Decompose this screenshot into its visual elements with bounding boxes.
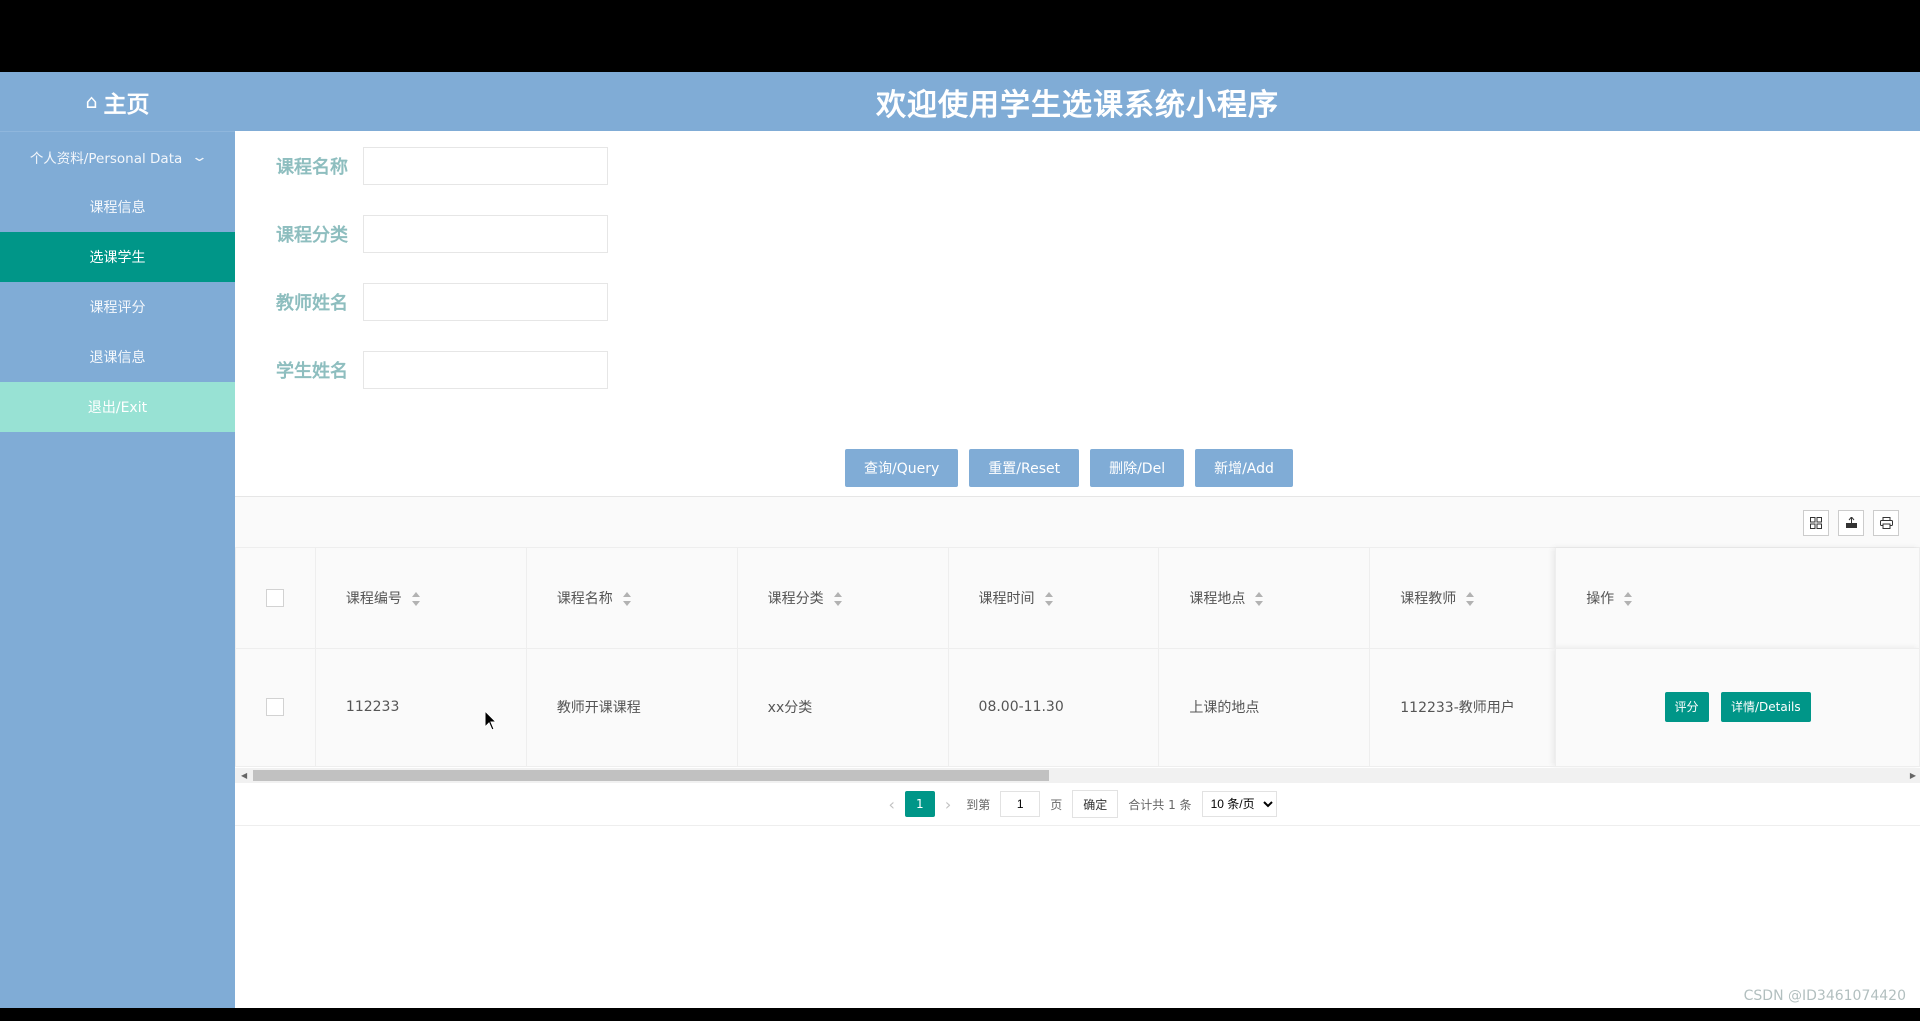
scroll-left-icon[interactable]: ◀ — [241, 771, 247, 780]
sort-icon[interactable] — [1466, 591, 1475, 606]
table-toolbar — [235, 497, 1920, 548]
top-header: ⌂ 主页 欢迎使用学生选课系统小程序 — [0, 72, 1920, 131]
col-label: 课程地点 — [1189, 590, 1246, 607]
sidebar-item-withdraw-info[interactable]: 退课信息 — [0, 332, 235, 382]
page-unit-label: 页 — [1050, 797, 1063, 812]
home-label: 主页 — [103, 91, 150, 118]
export-icon[interactable] — [1838, 510, 1864, 536]
chevron-down-icon: ⌄ — [191, 149, 209, 165]
cell-time: 08.00-11.30 — [947, 648, 1160, 767]
scroll-right-icon[interactable]: ▶ — [1910, 771, 1916, 780]
app-window: ⌂ 主页 欢迎使用学生选课系统小程序 个人资料/Personal Data ⌄ … — [0, 72, 1920, 1008]
sidebar-item-course-rating[interactable]: 课程评分 — [0, 282, 235, 332]
col-header-category[interactable]: 课程分类 — [736, 548, 949, 649]
cell-actions: 评分 详情/Details — [1555, 648, 1920, 767]
course-table: 课程编号 课程名称 课程分类 课程时间 课程地点 课程教师 操作 112233 … — [235, 548, 1920, 767]
sidebar-item-exit[interactable]: 退出/Exit — [0, 382, 235, 432]
col-label: 操作 — [1586, 590, 1615, 607]
select-all-checkbox[interactable] — [266, 588, 285, 607]
home-icon: ⌂ — [85, 90, 98, 113]
sidebar-item-label: 退课信息 — [89, 350, 146, 366]
col-header-location[interactable]: 课程地点 — [1158, 548, 1371, 649]
sidebar-item-label: 课程信息 — [89, 200, 146, 216]
sidebar-item-label: 选课学生 — [89, 250, 146, 266]
student-name-input[interactable] — [363, 351, 608, 389]
row-select-cell — [235, 648, 316, 767]
goto-label: 到第 — [966, 797, 991, 812]
delete-button[interactable]: 删除/Del — [1090, 449, 1185, 487]
cell-course-name: 教师开课课程 — [525, 648, 738, 767]
search-row-student-name: 学生姓名 — [235, 350, 608, 390]
sidebar-item-course-info[interactable]: 课程信息 — [0, 182, 235, 232]
category-input[interactable] — [363, 215, 608, 253]
action-button-bar: 查询/Query 重置/Reset 删除/Del 新增/Add — [845, 449, 1293, 487]
col-header-time[interactable]: 课程时间 — [947, 548, 1160, 649]
pagination: ‹ 1 › 到第 页 确定 合计共 1 条 10 条/页 — [235, 783, 1920, 826]
search-row-category: 课程分类 — [235, 214, 608, 254]
rate-button[interactable]: 评分 — [1664, 692, 1709, 722]
teacher-name-label: 教师姓名 — [276, 293, 348, 314]
add-button[interactable]: 新增/Add — [1195, 449, 1293, 487]
sort-icon[interactable] — [411, 591, 421, 606]
watermark: CSDN @ID3461074420 — [1743, 988, 1906, 1004]
col-label: 课程时间 — [978, 590, 1035, 607]
row-checkbox[interactable] — [266, 698, 285, 716]
course-name-input[interactable] — [363, 147, 608, 185]
sidebar-group-label: 个人资料/Personal Data — [29, 151, 183, 167]
cell-location: 上课的地点 — [1158, 648, 1371, 767]
sidebar-item-enrolled-students[interactable]: 选课学生 — [0, 232, 235, 282]
cell-category: xx分类 — [736, 648, 949, 767]
sort-icon[interactable] — [1255, 591, 1264, 606]
sort-icon[interactable] — [1044, 591, 1054, 606]
prev-page-icon[interactable]: ‹ — [878, 795, 904, 814]
table-header-row: 课程编号 课程名称 课程分类 课程时间 课程地点 课程教师 操作 — [235, 548, 1920, 649]
goto-page-input[interactable] — [1000, 791, 1041, 817]
reset-button[interactable]: 重置/Reset — [969, 449, 1080, 487]
next-page-icon[interactable]: › — [935, 795, 961, 814]
teacher-name-input[interactable] — [363, 283, 608, 321]
sort-icon[interactable] — [833, 591, 843, 606]
cell-course-no: 112233 — [314, 648, 527, 767]
page-size-select[interactable]: 10 条/页 — [1201, 791, 1277, 817]
goto-confirm-button[interactable]: 确定 — [1072, 790, 1119, 818]
current-page-button[interactable]: 1 — [904, 791, 935, 817]
col-header-actions[interactable]: 操作 — [1555, 548, 1920, 649]
col-label: 课程编号 — [345, 590, 402, 607]
col-header-course-name[interactable]: 课程名称 — [525, 548, 738, 649]
select-all-cell — [235, 548, 316, 649]
col-header-course-no[interactable]: 课程编号 — [314, 548, 527, 649]
col-label: 课程分类 — [767, 590, 824, 607]
sort-icon[interactable] — [622, 591, 632, 606]
table-row[interactable]: 112233 教师开课课程 xx分类 08.00-11.30 上课的地点 112… — [235, 648, 1920, 767]
sidebar-group-personal-data[interactable]: 个人资料/Personal Data ⌄ — [0, 132, 235, 182]
home-link[interactable]: ⌂ 主页 — [0, 72, 235, 131]
col-label: 课程名称 — [556, 590, 613, 607]
col-header-teacher[interactable]: 课程教师 — [1369, 548, 1557, 649]
col-label: 课程教师 — [1400, 590, 1457, 607]
sidebar: 个人资料/Personal Data ⌄ 课程信息 选课学生 课程评分 退课信息… — [0, 131, 235, 1008]
total-count-text: 合计共 1 条 — [1128, 797, 1192, 812]
cell-teacher: 112233-教师用户 — [1369, 648, 1557, 767]
search-row-teacher-name: 教师姓名 — [235, 282, 608, 322]
details-button[interactable]: 详情/Details — [1721, 692, 1811, 722]
sort-icon[interactable] — [1624, 591, 1633, 606]
scrollbar-thumb[interactable] — [253, 770, 1049, 781]
page-title: 欢迎使用学生选课系统小程序 — [876, 87, 1279, 123]
print-icon[interactable] — [1873, 510, 1899, 536]
sidebar-item-label: 课程评分 — [89, 300, 146, 316]
search-row-course-name: 课程名称 — [235, 146, 608, 186]
columns-filter-icon[interactable] — [1803, 510, 1829, 536]
main-content: 课程名称 课程分类 教师姓名 学生姓名 查询/Query 重置/Reset 删除… — [235, 131, 1920, 1008]
horizontal-scrollbar[interactable]: ◀ ▶ — [235, 768, 1920, 783]
query-button[interactable]: 查询/Query — [845, 449, 959, 487]
course-name-label: 课程名称 — [276, 157, 348, 178]
sidebar-item-label: 退出/Exit — [87, 400, 148, 416]
category-label: 课程分类 — [276, 225, 348, 246]
student-name-label: 学生姓名 — [276, 361, 348, 382]
